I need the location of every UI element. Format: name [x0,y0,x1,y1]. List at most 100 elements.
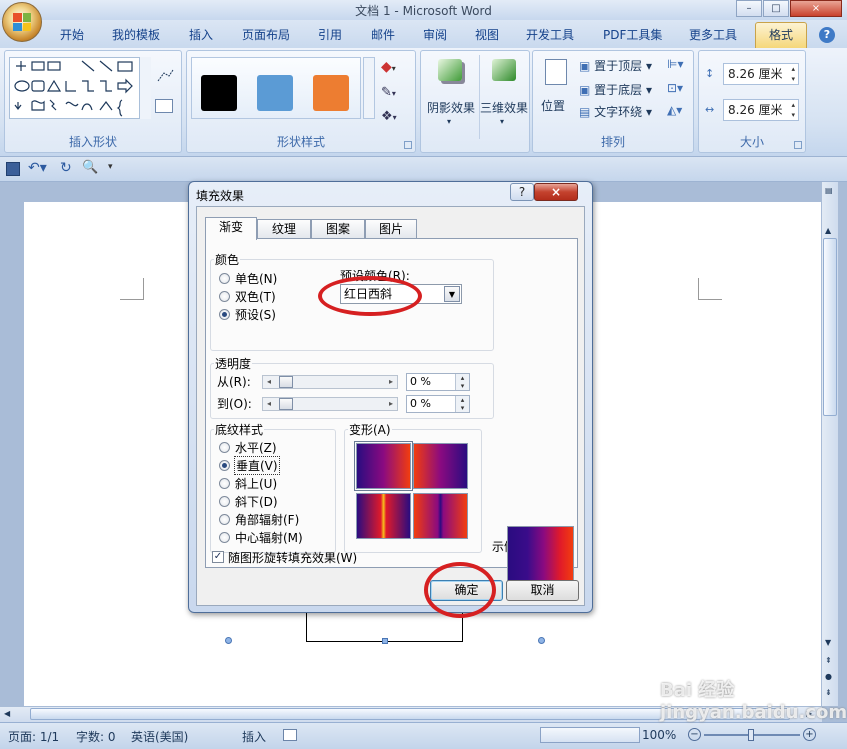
undo-icon[interactable]: ↶▾ [28,160,47,176]
resize-handle[interactable] [538,637,545,644]
browse-object-icon[interactable]: ● [825,672,832,681]
language-indicator[interactable]: 英语(美国) [131,728,188,745]
tab-pattern[interactable]: 图案 [311,219,365,239]
shadow-effects-button[interactable]: 阴影效果 ▾ [427,55,475,139]
align-icon[interactable]: ⊫▾ [667,57,683,71]
zoom-level[interactable]: 100% [642,728,676,742]
next-page-icon[interactable]: ⇟ [825,688,832,697]
shape-outline-icon[interactable]: ✎▾ [381,85,409,103]
text-wrap-button[interactable]: ▤ 文字环绕 ▾ [579,103,652,120]
3d-effects-button[interactable]: 三维效果 ▾ [479,55,528,139]
bring-to-front-button[interactable]: ▣ 置于顶层 ▾ [579,57,652,74]
position-button[interactable]: 位置 [539,55,573,135]
radio-diagonal-down-label[interactable]: 斜下(D) [235,493,278,510]
group-icon[interactable]: ⊡▾ [667,81,683,95]
zoom-in-icon[interactable]: + [803,728,816,741]
chevron-down-icon[interactable]: ▼ [444,286,460,302]
shape-fill-icon[interactable]: ◆▾ [381,59,409,77]
save-icon[interactable] [6,162,20,176]
text-box-icon[interactable] [155,99,173,113]
tab-more-tools[interactable]: 更多工具 [689,26,737,43]
style-swatch-orange[interactable] [313,75,349,111]
office-button[interactable] [2,2,42,42]
insert-mode[interactable]: 插入 [242,728,266,745]
radio-preset-label[interactable]: 预设(S) [235,306,276,323]
tab-page-layout[interactable]: 页面布局 [242,26,290,43]
variant-3[interactable] [356,493,411,539]
slider-thumb[interactable] [279,398,293,410]
tab-references[interactable]: 引用 [318,26,342,43]
print-preview-icon[interactable]: 🔍 [82,160,98,175]
radio-diagonal-up-label[interactable]: 斜上(U) [235,475,277,492]
radio-one-color[interactable] [219,273,230,284]
prev-page-icon[interactable]: ⇞ [825,656,832,665]
edit-shape-icon[interactable] [155,67,175,85]
to-percent-field[interactable]: 0 % ▴ ▾ [406,395,470,413]
tab-texture[interactable]: 纹理 [257,219,311,239]
zoom-out-icon[interactable]: − [688,728,701,741]
radio-vertical[interactable] [219,460,230,471]
send-to-back-button[interactable]: ▣ 置于底层 ▾ [579,81,652,98]
dialog-launcher-icon[interactable] [794,141,802,149]
customize-qat-icon[interactable]: ▾ [108,162,113,172]
dialog-help-button[interactable]: ? [510,183,534,201]
dialog-close-button[interactable]: × [534,183,578,201]
variant-2[interactable] [413,443,468,489]
style-swatch-blue[interactable] [257,75,293,111]
rotate-icon[interactable]: ◭▾ [667,103,682,117]
redo-icon[interactable]: ↻ [60,160,72,176]
macro-record-icon[interactable] [283,729,297,741]
minimize-button[interactable]: – [736,0,762,17]
height-field[interactable]: 8.26 厘米 [723,63,799,85]
from-slider[interactable]: ◂ ▸ [262,375,398,389]
tab-insert[interactable]: 插入 [189,26,213,43]
help-icon[interactable]: ? [819,27,835,43]
radio-two-colors-label[interactable]: 双色(T) [235,288,276,305]
cancel-button[interactable]: 取消 [506,580,579,601]
tab-gradient[interactable]: 渐变 [205,217,257,240]
style-swatch-black[interactable] [201,75,237,111]
vertical-scroll-thumb[interactable] [823,238,837,416]
page-count[interactable]: 页面: 1/1 [8,728,59,745]
resize-handle[interactable] [382,638,388,644]
tab-picture[interactable]: 图片 [365,219,417,239]
width-field[interactable]: 8.26 厘米 [723,99,799,121]
dialog-launcher-icon[interactable] [404,141,412,149]
maximize-button[interactable]: □ [763,0,789,17]
radio-one-color-label[interactable]: 单色(N) [235,270,277,287]
radio-from-center[interactable] [219,532,230,543]
radio-preset[interactable] [219,309,230,320]
radio-horizontal[interactable] [219,442,230,453]
radio-vertical-label[interactable]: 垂直(V) [234,456,280,475]
to-slider[interactable]: ◂ ▸ [262,397,398,411]
radio-diagonal-down[interactable] [219,496,230,507]
radio-from-corner[interactable] [219,514,230,525]
radio-horizontal-label[interactable]: 水平(Z) [235,439,277,456]
style-gallery-scroll[interactable] [363,57,375,119]
tab-review[interactable]: 审阅 [423,26,447,43]
tab-format[interactable]: 格式 [755,22,807,48]
rotate-with-shape-label[interactable]: 随图形旋转填充效果(W) [228,549,357,566]
word-count[interactable]: 字数: 0 [76,728,116,745]
slider-thumb[interactable] [279,376,293,388]
tab-developer[interactable]: 开发工具 [526,26,574,43]
tab-pdf-tools[interactable]: PDF工具集 [603,26,662,43]
tab-mailings[interactable]: 邮件 [371,26,395,43]
tab-view[interactable]: 视图 [475,26,499,43]
resize-handle[interactable] [225,637,232,644]
scroll-up-icon[interactable]: ▲ [825,226,831,235]
shapes-gallery-scroll[interactable] [139,57,151,119]
radio-diagonal-up[interactable] [219,478,230,489]
tab-my-templates[interactable]: 我的模板 [112,26,160,43]
shapes-gallery[interactable] [9,57,151,119]
scroll-left-icon[interactable]: ◀ [4,709,10,718]
close-window-button[interactable]: × [790,0,842,17]
radio-from-corner-label[interactable]: 角部辐射(F) [235,511,299,528]
zoom-slider-thumb[interactable] [748,729,754,741]
scroll-down-icon[interactable]: ▼ [825,638,831,647]
view-buttons[interactable] [540,727,640,743]
tab-home[interactable]: 开始 [60,26,84,43]
from-percent-field[interactable]: 0 % ▴ ▾ [406,373,470,391]
ruler-toggle-icon[interactable]: ▤ [825,186,833,195]
radio-two-colors[interactable] [219,291,230,302]
